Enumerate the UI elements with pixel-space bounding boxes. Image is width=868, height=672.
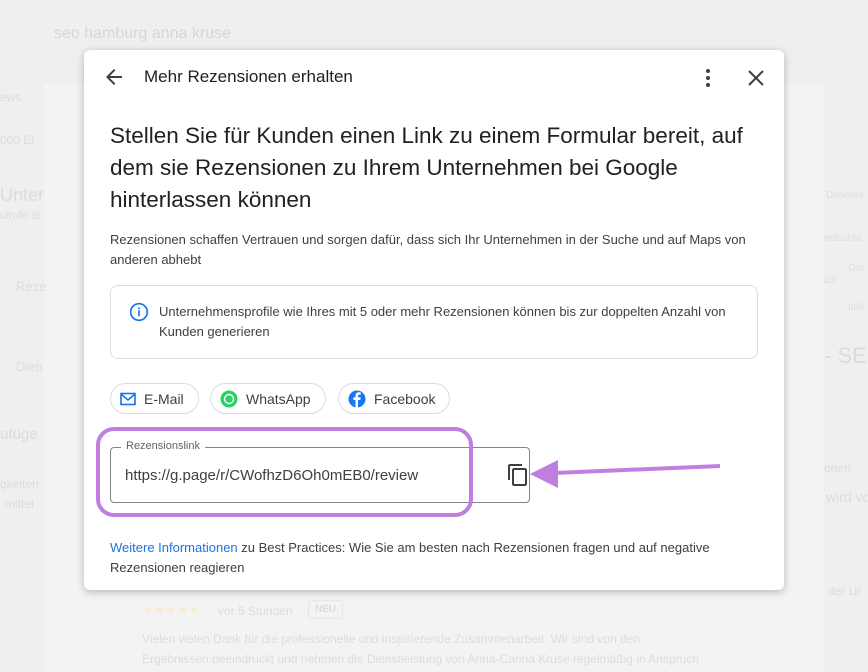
close-icon[interactable] [744, 66, 768, 90]
bg-text: der Ur [828, 584, 862, 598]
share-whatsapp-button[interactable]: WhatsApp [210, 383, 326, 414]
review-stars: ★★★★★ [142, 602, 201, 617]
dialog-header: Mehr Rezensionen erhalten [84, 50, 784, 106]
annotation-arrow-icon [530, 460, 721, 488]
share-facebook-label: Facebook [374, 390, 436, 407]
info-text: Unternehmensprofile wie Ihres mit 5 oder… [159, 304, 726, 339]
share-whatsapp-label: WhatsApp [246, 390, 311, 407]
bg-text: ufrufe di [0, 210, 40, 222]
bg-text: Öst [848, 263, 864, 274]
info-icon [129, 302, 149, 322]
share-email-button[interactable]: E-Mail [110, 383, 199, 414]
get-more-reviews-dialog: Mehr Rezensionen erhalten Stellen Sie fü… [84, 50, 784, 590]
bg-text: Reze [16, 279, 47, 294]
facebook-icon [348, 390, 366, 408]
bg-text: wird vo [826, 489, 868, 505]
info-box: Unternehmensprofile wie Ihres mit 5 oder… [110, 285, 758, 359]
more-info-link[interactable]: Weitere Informationen [110, 540, 238, 555]
bg-search-query: seo hamburg anna kruse [54, 25, 231, 42]
bg-text: Itali [848, 302, 864, 313]
review-badge: NEU [308, 600, 344, 619]
bg-text: mittel [5, 497, 34, 511]
footer-text: Weitere Informationen zu Best Practices:… [110, 538, 750, 578]
highlight-annotation [96, 427, 473, 517]
dialog-headline: Stellen Sie für Kunden einen Link zu ein… [110, 123, 743, 212]
bg-text: ich [824, 275, 837, 286]
back-arrow-icon[interactable] [102, 65, 126, 89]
dialog-subtitle: Rezensionen schaffen Vertrauen und sorge… [110, 232, 746, 267]
review-time: vor 5 Stunden [218, 604, 293, 618]
share-email-label: E-Mail [144, 390, 184, 407]
bg-text: Unter [0, 185, 45, 205]
bg-text: 000 Er [0, 133, 36, 147]
bg-text: onen [824, 461, 851, 475]
bg-text: Dänema [826, 190, 864, 201]
more-options-icon[interactable] [696, 66, 720, 90]
dialog-title: Mehr Rezensionen erhalten [144, 67, 353, 86]
mail-icon [120, 392, 136, 405]
share-facebook-button[interactable]: Facebook [338, 383, 451, 414]
review-text: Ergebnissen beeindruckt und nehmen die D… [142, 652, 699, 666]
review-text: Vielen vielen Dank für die professionell… [142, 632, 641, 646]
bg-text: gkeiten [0, 477, 39, 491]
bg-text: Dien [16, 359, 43, 374]
bg-text: - SE [824, 343, 867, 368]
bg-text: eutschla [824, 233, 862, 244]
whatsapp-icon [220, 390, 238, 407]
bg-text: ews [0, 90, 22, 104]
bg-text: ufüge [0, 426, 38, 443]
